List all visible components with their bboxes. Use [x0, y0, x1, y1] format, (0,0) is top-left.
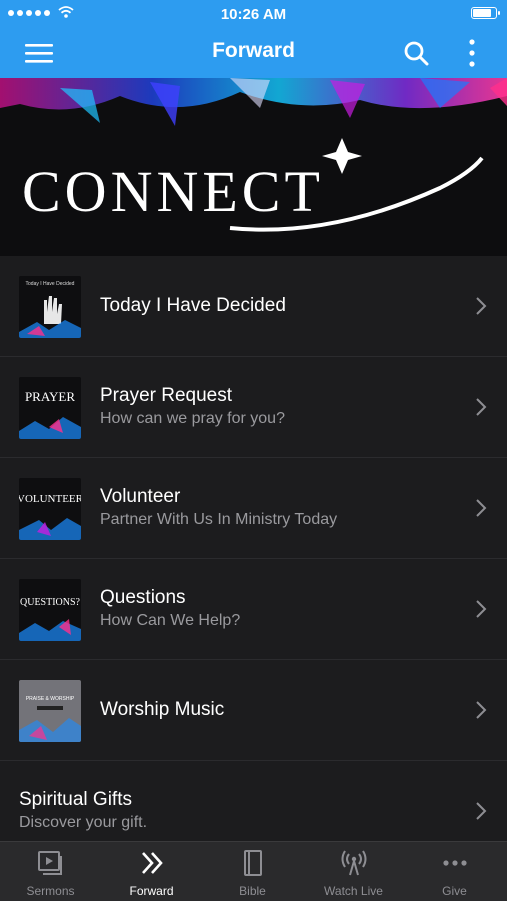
- list-item-title: Prayer Request: [100, 385, 233, 406]
- hero-banner: CONNECT: [0, 78, 507, 256]
- page-title: Forward: [212, 39, 295, 62]
- list-item-subtitle: How Can We Help?: [100, 612, 241, 629]
- status-time: 10:26 AM: [220, 6, 287, 23]
- tab-sermons[interactable]: Sermons: [0, 842, 101, 901]
- tab-bible[interactable]: Bible: [202, 842, 303, 901]
- list-item-subtitle: Partner With Us In Ministry Today: [100, 511, 338, 528]
- worship-music-thumbnail: PRAISE & WORSHIP: [19, 680, 81, 742]
- video-icon: [38, 851, 62, 875]
- today-i-have-decided-thumbnail: Today I Have Decided: [19, 276, 81, 338]
- tab-label: Forward: [129, 884, 174, 898]
- svg-text:QUESTIONS?: QUESTIONS?: [20, 597, 81, 608]
- tab-give[interactable]: Give: [404, 842, 505, 901]
- list-item-worship-music[interactable]: PRAISE & WORSHIP Worship Music: [0, 660, 507, 761]
- tab-bar: Sermons Forward Bible Watch Live Give: [0, 841, 507, 901]
- tab-label: Sermons: [26, 884, 75, 898]
- list-item-title: Questions: [100, 587, 186, 608]
- questions-thumbnail: QUESTIONS?: [19, 579, 81, 641]
- chevron-right-icon: [476, 499, 487, 517]
- list-item-prayer-request[interactable]: PRAYER Prayer Request How can we pray fo…: [0, 357, 507, 458]
- star-icon: [322, 138, 362, 174]
- tab-label: Watch Live: [324, 884, 383, 898]
- tab-forward[interactable]: Forward: [101, 842, 202, 901]
- list-item-subtitle: How can we pray for you?: [100, 410, 285, 427]
- list-item-today-i-have-decided[interactable]: Today I Have Decided Today I Have Decide…: [0, 256, 507, 357]
- tab-watch-live[interactable]: Watch Live: [303, 842, 404, 901]
- tab-label: Bible: [239, 884, 266, 898]
- chevron-right-icon: [476, 802, 487, 820]
- double-chevron-icon: [142, 852, 163, 874]
- tab-label: Give: [442, 884, 467, 898]
- battery-icon: [471, 7, 500, 19]
- svg-text:VOLUNTEER: VOLUNTEER: [19, 493, 81, 505]
- list-item-title: Volunteer: [100, 486, 181, 507]
- list-item-questions[interactable]: QUESTIONS? Questions How Can We Help?: [0, 559, 507, 660]
- broadcast-icon: [341, 850, 367, 876]
- chevron-right-icon: [476, 600, 487, 618]
- connect-banner-art: CONNECT: [0, 78, 507, 232]
- more-options-icon[interactable]: [467, 38, 477, 68]
- prayer-thumbnail: PRAYER: [19, 377, 81, 439]
- svg-text:PRAISE & WORSHIP: PRAISE & WORSHIP: [26, 696, 75, 702]
- menu-list: Today I Have Decided Today I Have Decide…: [0, 256, 507, 862]
- book-icon: [244, 850, 262, 876]
- svg-text:Today I Have Decided: Today I Have Decided: [26, 281, 75, 287]
- list-item-subtitle: Discover your gift.: [19, 814, 148, 831]
- ellipsis-icon: [443, 860, 467, 866]
- chevron-right-icon: [476, 297, 487, 315]
- list-item-title: Worship Music: [100, 699, 225, 720]
- connect-logo: CONNECT: [22, 138, 484, 232]
- chevron-right-icon: [476, 398, 487, 416]
- search-icon[interactable]: [403, 40, 429, 66]
- list-item-title: Today I Have Decided: [100, 295, 286, 316]
- status-bar: 10:26 AM: [0, 0, 507, 28]
- list-item-volunteer[interactable]: VOLUNTEER Volunteer Partner With Us In M…: [0, 458, 507, 559]
- svg-text:PRAYER: PRAYER: [25, 389, 75, 404]
- volunteer-thumbnail: VOLUNTEER: [19, 478, 81, 540]
- list-item-title: Spiritual Gifts: [19, 789, 132, 810]
- chevron-right-icon: [476, 701, 487, 719]
- connect-logo-text: CONNECT: [22, 159, 324, 224]
- nav-bar: Forward: [0, 28, 507, 78]
